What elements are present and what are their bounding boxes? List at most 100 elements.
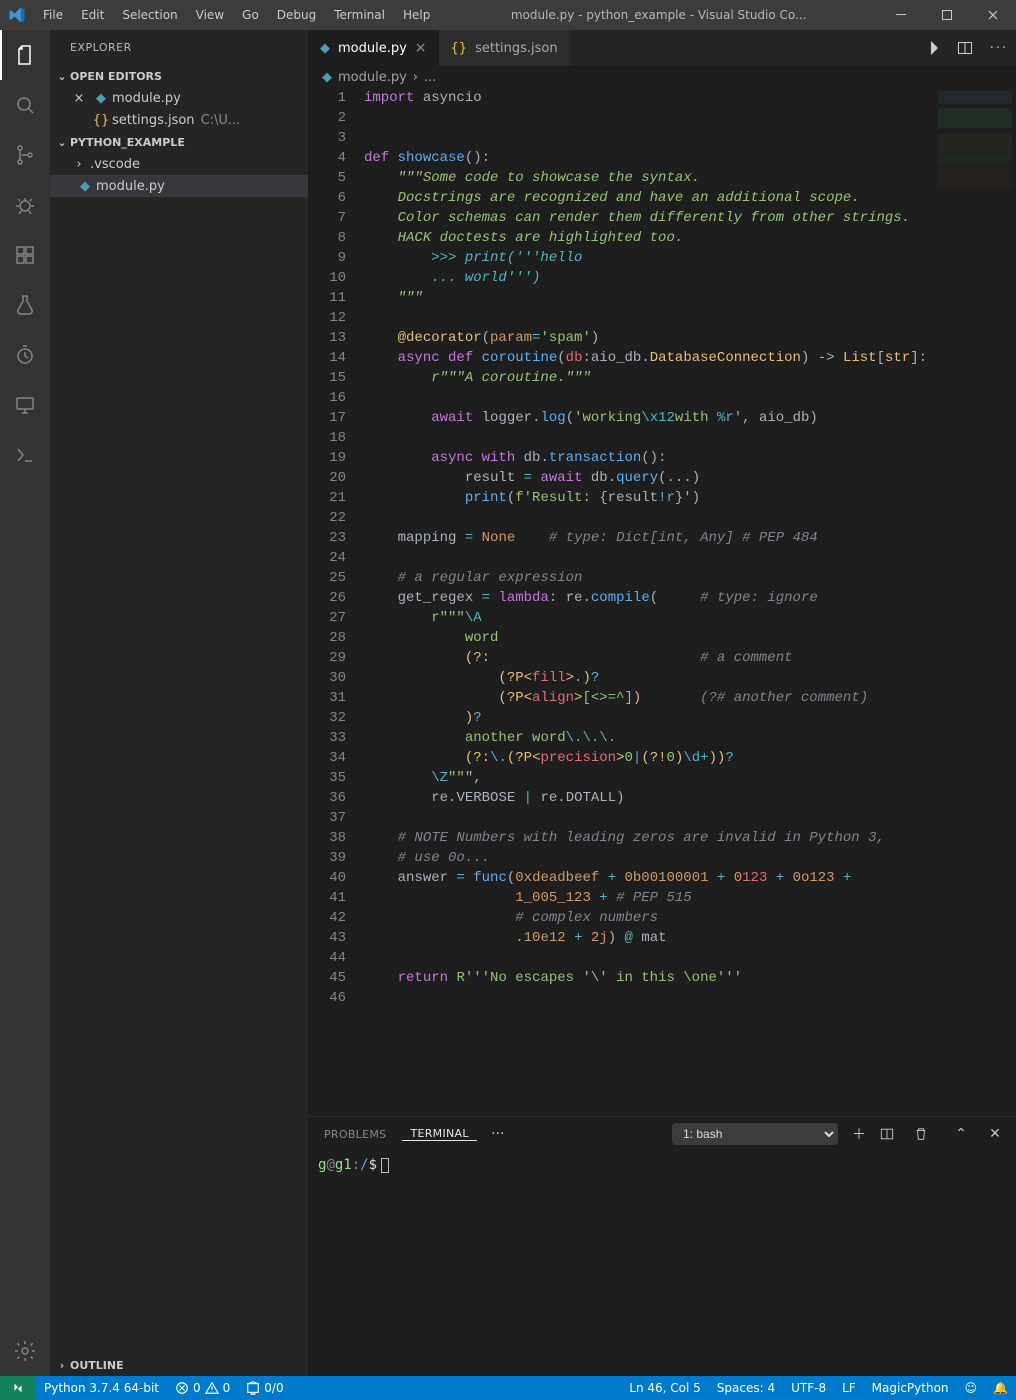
activity-scm[interactable] (0, 130, 50, 180)
open-editors-label: OPEN EDITORS (70, 70, 162, 83)
close-icon[interactable]: × (68, 91, 90, 106)
workspace-header[interactable]: ⌄PYTHON_EXAMPLE (50, 131, 308, 153)
status-cursor[interactable]: Ln 46, Col 5 (621, 1376, 709, 1400)
panel-close-icon[interactable]: ✕ (982, 1126, 1008, 1142)
tab-settings[interactable]: {} settings.json (439, 30, 570, 66)
code-content[interactable]: import asynciodef showcase(): """Some co… (364, 88, 934, 1116)
editor-group: ◆ module.py × {} settings.json ··· ◆ mod… (308, 30, 1016, 1376)
tab-label: settings.json (475, 41, 558, 56)
vscode-icon (0, 6, 34, 24)
title-bar: File Edit Selection View Go Debug Termin… (0, 0, 1016, 30)
activity-settings[interactable] (0, 1326, 50, 1376)
activity-bar (0, 30, 50, 1376)
activity-timing[interactable] (0, 330, 50, 380)
activity-extensions[interactable] (0, 230, 50, 280)
menu-view[interactable]: View (187, 0, 233, 30)
open-editor-label: settings.json (112, 113, 195, 128)
tab-module[interactable]: ◆ module.py × (308, 30, 439, 66)
activity-debug[interactable] (0, 180, 50, 230)
open-editor-label: module.py (112, 91, 181, 106)
activity-search[interactable] (0, 80, 50, 130)
panel-tab-terminal[interactable]: TERMINAL (402, 1127, 476, 1141)
panel-maximize-icon[interactable]: ⌃ (948, 1126, 974, 1142)
menu-terminal[interactable]: Terminal (325, 0, 394, 30)
split-terminal-icon[interactable] (880, 1127, 906, 1141)
window-controls (878, 0, 1016, 30)
status-ports[interactable]: 0/0 (238, 1376, 291, 1400)
split-editor-icon[interactable] (948, 30, 982, 66)
activity-console[interactable] (0, 430, 50, 480)
breadcrumb-file: module.py (338, 70, 407, 85)
status-bell-icon[interactable]: 🔔 (985, 1376, 1016, 1400)
open-editors-header[interactable]: ⌄OPEN EDITORS (50, 65, 308, 87)
python-file-icon: ◆ (320, 41, 330, 56)
menu-debug[interactable]: Debug (268, 0, 325, 30)
menu-edit[interactable]: Edit (72, 0, 113, 30)
more-actions-icon[interactable]: ··· (982, 30, 1016, 66)
outline-header[interactable]: ›OUTLINE (50, 1354, 308, 1376)
status-feedback-icon[interactable]: ☺ (957, 1376, 986, 1400)
folder-item[interactable]: › .vscode (50, 153, 308, 175)
status-spaces[interactable]: Spaces: 4 (709, 1376, 783, 1400)
open-editor-item[interactable]: × ◆ module.py (50, 87, 308, 109)
file-label: module.py (96, 179, 165, 194)
menu-file[interactable]: File (34, 0, 72, 30)
outline-label: OUTLINE (70, 1359, 124, 1372)
status-problems[interactable]: 0 0 (167, 1376, 238, 1400)
panel-tab-problems[interactable]: PROBLEMS (316, 1128, 394, 1141)
bottom-panel: PROBLEMS TERMINAL ··· 1: bash ＋ ⌃ ✕ g@g1… (308, 1116, 1016, 1376)
terminal-select[interactable]: 1: bash (672, 1123, 838, 1145)
remote-indicator[interactable] (0, 1376, 36, 1400)
file-item[interactable]: ◆ module.py (50, 175, 308, 197)
minimize-button[interactable] (878, 0, 924, 30)
status-warnings: 0 (223, 1381, 231, 1395)
kill-terminal-icon[interactable] (914, 1127, 940, 1141)
chevron-right-icon: › (68, 157, 90, 172)
open-editor-suffix: C:\U... (201, 113, 241, 128)
breadcrumb-extra: ... (424, 70, 436, 85)
tab-close-icon[interactable]: × (415, 40, 427, 56)
python-file-icon: ◆ (74, 179, 96, 194)
sidebar-title: EXPLORER (50, 30, 308, 65)
workspace-label: PYTHON_EXAMPLE (70, 136, 185, 149)
status-ports-label: 0/0 (264, 1381, 283, 1395)
status-errors: 0 (193, 1381, 201, 1395)
compare-icon[interactable] (914, 30, 948, 66)
minimap[interactable] (934, 88, 1016, 1116)
status-encoding[interactable]: UTF-8 (783, 1376, 834, 1400)
menu-selection[interactable]: Selection (113, 0, 186, 30)
maximize-button[interactable] (924, 0, 970, 30)
status-eol[interactable]: LF (834, 1376, 864, 1400)
breadcrumb-sep: › (413, 70, 418, 85)
activity-remote[interactable] (0, 380, 50, 430)
panel-more-icon[interactable]: ··· (485, 1126, 511, 1142)
activity-testing[interactable] (0, 280, 50, 330)
close-button[interactable] (970, 0, 1016, 30)
prompt-host: g1 (335, 1157, 352, 1173)
tab-label: module.py (338, 41, 407, 56)
prompt-symbol: $ (369, 1157, 377, 1173)
python-file-icon: ◆ (90, 91, 112, 106)
line-gutter: 1234567891011121314151617181920212223242… (308, 88, 364, 1116)
menu-bar: File Edit Selection View Go Debug Termin… (34, 0, 439, 30)
python-file-icon: ◆ (322, 70, 332, 85)
terminal-cursor (381, 1158, 389, 1173)
open-editor-item[interactable]: {} settings.json C:\U... (50, 109, 308, 131)
json-file-icon: {} (90, 113, 112, 128)
folder-label: .vscode (90, 157, 140, 172)
json-file-icon: {} (451, 41, 468, 56)
window-title: module.py - python_example - Visual Stud… (439, 8, 878, 22)
panel-tabs: PROBLEMS TERMINAL ··· 1: bash ＋ ⌃ ✕ (308, 1117, 1016, 1151)
status-language[interactable]: MagicPython (864, 1376, 957, 1400)
new-terminal-icon[interactable]: ＋ (846, 1124, 872, 1144)
menu-go[interactable]: Go (233, 0, 268, 30)
activity-explorer[interactable] (0, 30, 50, 80)
status-python[interactable]: Python 3.7.4 64-bit (36, 1376, 167, 1400)
sidebar: EXPLORER ⌄OPEN EDITORS × ◆ module.py {} … (50, 30, 308, 1376)
prompt-path: / (360, 1157, 368, 1173)
terminal-body[interactable]: g@g1:/$ (308, 1151, 1016, 1376)
status-bar: Python 3.7.4 64-bit 0 0 0/0 Ln 46, Col 5… (0, 1376, 1016, 1400)
code-editor[interactable]: 1234567891011121314151617181920212223242… (308, 88, 1016, 1116)
breadcrumb[interactable]: ◆ module.py › ... (308, 66, 1016, 88)
menu-help[interactable]: Help (394, 0, 439, 30)
